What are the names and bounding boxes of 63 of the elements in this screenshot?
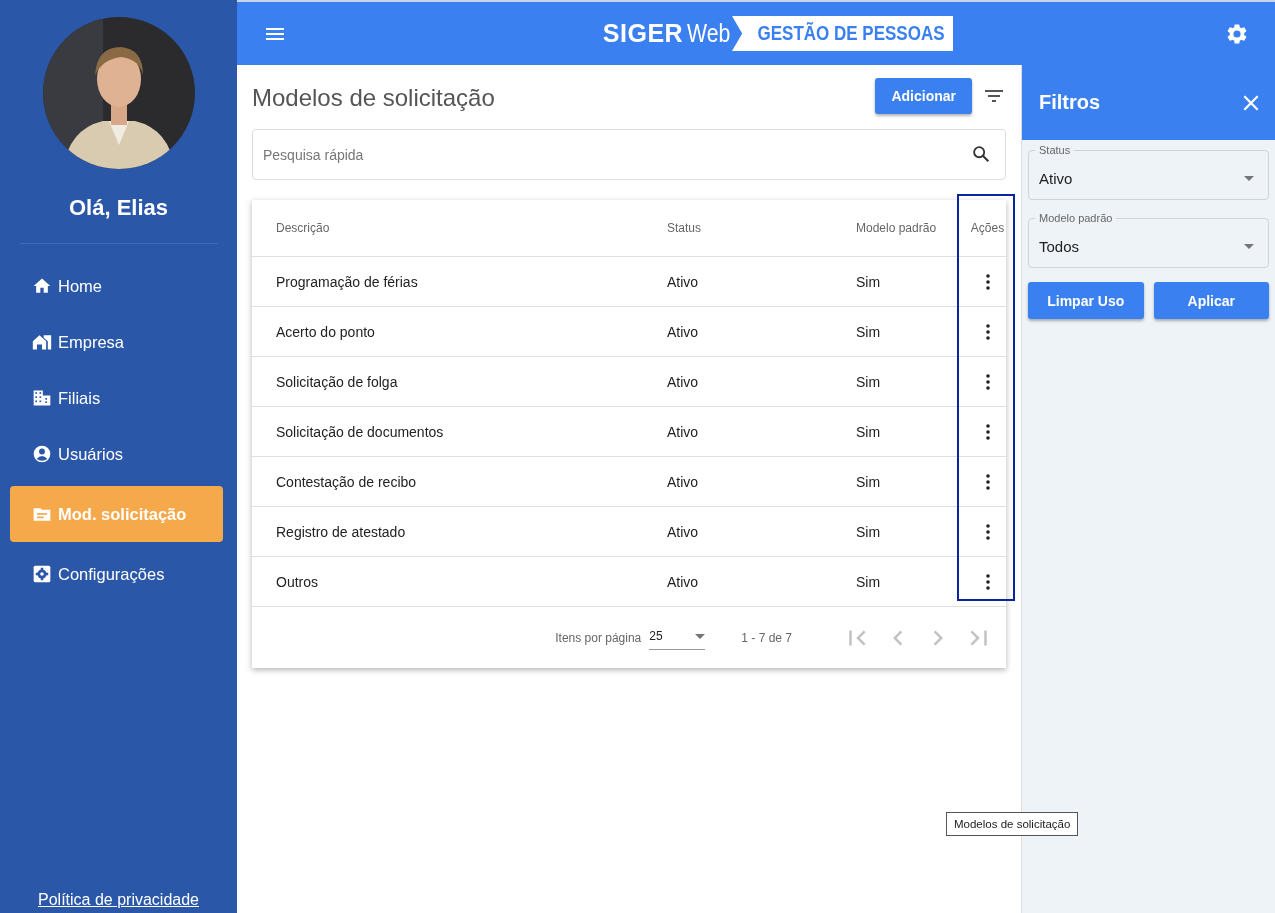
- add-button[interactable]: Adicionar: [875, 78, 972, 114]
- sidebar-item[interactable]: Empresa: [10, 318, 223, 366]
- table-cell-text: Solicitação de folga: [275, 373, 399, 390]
- more-vert-icon[interactable]: [985, 473, 990, 490]
- sidebar-item[interactable]: Home: [10, 262, 223, 310]
- table-cell-text: Outros: [275, 573, 319, 590]
- more-vert-icon[interactable]: [985, 273, 990, 290]
- filter-button[interactable]: Limpar Uso: [1028, 282, 1144, 319]
- brand-name: SIGER: [602, 19, 684, 48]
- table-cell-text: Ativo: [667, 573, 700, 590]
- more-vert-icon[interactable]: [985, 373, 990, 390]
- more-vert-icon[interactable]: [985, 523, 990, 540]
- table-cell-text: Sim: [856, 373, 882, 390]
- account-icon: [32, 444, 52, 464]
- sidebar-item[interactable]: Configurações: [10, 550, 223, 598]
- table-cell-text: Sim: [856, 273, 882, 290]
- brand-suffix: Web: [687, 19, 731, 48]
- product-banner: GESTÃO DE PESSOAS: [732, 16, 954, 51]
- table-cell-text: Sim: [856, 573, 882, 590]
- building-icon: [32, 388, 52, 408]
- table-cell-text: Sim: [856, 473, 882, 490]
- page-title: Modelos de solicitação: [252, 84, 495, 112]
- house-icon: [32, 332, 52, 352]
- table-cell-text: Sim: [856, 523, 882, 540]
- table-cell-text: Sim: [856, 323, 882, 340]
- search-field[interactable]: Pesquisa rápida: [252, 129, 1006, 180]
- column-header: Descrição: [275, 221, 331, 235]
- sidebar-item[interactable]: Usuários: [10, 430, 223, 478]
- table-cell-text: Acerto do ponto: [275, 323, 376, 340]
- table-cell-text: Solicitação de documentos: [275, 423, 445, 440]
- column-header: Modelo padrão: [856, 221, 938, 235]
- table-cell-text: Ativo: [667, 373, 700, 390]
- settings-icon[interactable]: [1225, 21, 1249, 46]
- field-label: Modelo padrão: [1035, 212, 1117, 224]
- sidebar-item[interactable]: Filiais: [10, 374, 223, 422]
- home-icon: [32, 276, 52, 296]
- table-cell-text: Programação de férias: [275, 273, 419, 290]
- table-cell-text: Ativo: [667, 323, 700, 340]
- search-icon[interactable]: [970, 143, 992, 165]
- more-vert-icon[interactable]: [985, 323, 990, 340]
- filter-button[interactable]: Aplicar: [1153, 282, 1269, 319]
- table-cell-text: Sim: [856, 423, 882, 440]
- page-size-select[interactable]: 25: [649, 625, 706, 650]
- panel-title: Filtros: [1039, 91, 1101, 114]
- table-cell-text: Ativo: [667, 523, 700, 540]
- table-cell-text: Registro de atestado: [275, 523, 407, 540]
- column-header: Status: [667, 221, 703, 235]
- privacy-link[interactable]: Política de privacidade: [38, 891, 199, 909]
- table-cell-text: Ativo: [667, 273, 700, 290]
- field-label: Status: [1035, 144, 1075, 156]
- greeting-text: Olá, Elias: [68, 195, 169, 221]
- dropdown-caret-icon: [1244, 243, 1254, 249]
- column-header: Ações: [969, 221, 1006, 235]
- dropdown-caret-icon: [1244, 175, 1254, 181]
- table-cell-text: Contestação de recibo: [275, 473, 418, 490]
- dropdown-caret-icon: [695, 633, 706, 639]
- tooltip: Modelos de solicitação: [946, 812, 1079, 836]
- page-size-label: Itens por página: [555, 630, 642, 645]
- more-vert-icon[interactable]: [985, 423, 990, 440]
- table-cell-text: Ativo: [667, 423, 700, 440]
- table-cell-text: Ativo: [667, 473, 700, 490]
- page-range-text: 1 - 7 de 7: [741, 630, 792, 645]
- more-vert-icon[interactable]: [985, 573, 990, 590]
